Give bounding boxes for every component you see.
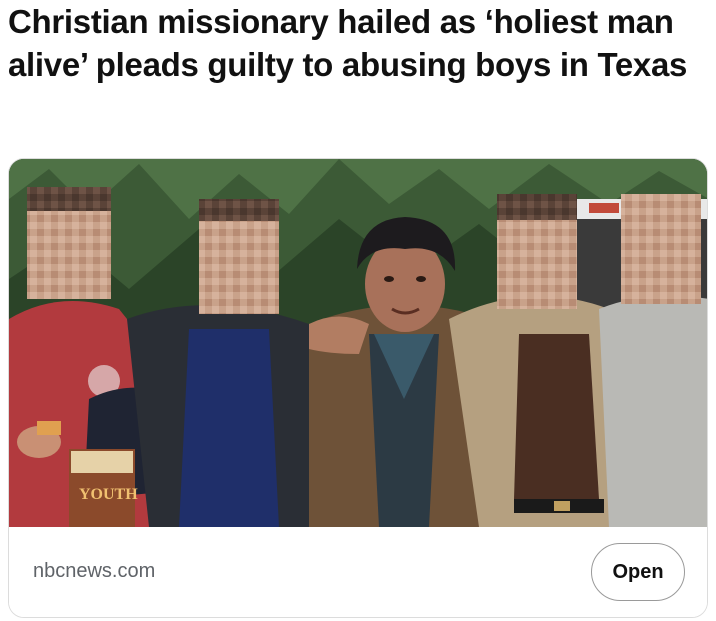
headline[interactable]: Christian missionary hailed as ‘holiest … (8, 0, 708, 86)
link-preview-card[interactable]: YOUTH nbcnews.com Open (8, 158, 708, 618)
article-photo[interactable]: YOUTH (9, 159, 708, 527)
link-card-footer: nbcnews.com Open (9, 527, 707, 617)
source-domain[interactable]: nbcnews.com (33, 560, 155, 583)
open-button[interactable]: Open (591, 543, 685, 601)
book-cover-text: YOUTH (79, 486, 138, 503)
